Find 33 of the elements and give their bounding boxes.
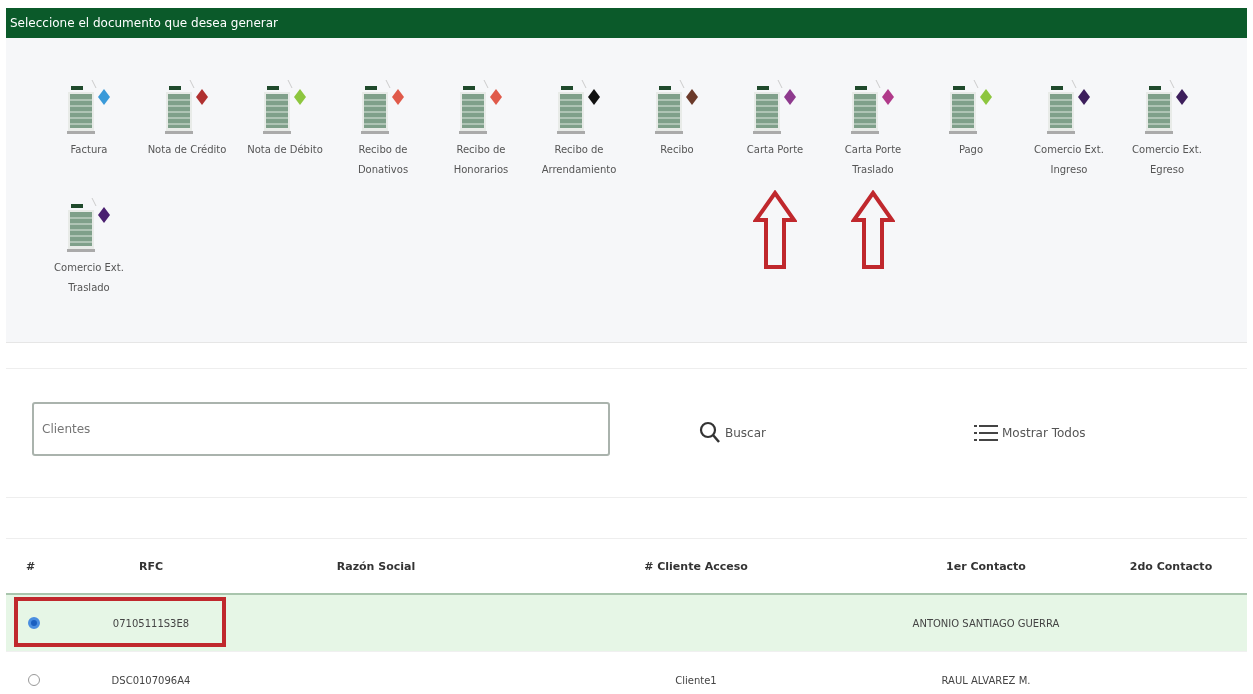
column-header: 2do Contacto [1129, 559, 1213, 573]
search-button[interactable]: Buscar [695, 417, 770, 449]
document-label[interactable]: Carta Porte Traslado [828, 140, 918, 180]
document-label[interactable]: Carta Porte [730, 140, 820, 160]
document-label[interactable]: Recibo de Arrendamiento [534, 140, 624, 180]
table-cell: 07105111S3E8 [112, 617, 190, 629]
show-all-button[interactable]: Mostrar Todos [970, 419, 1090, 447]
column-header: RFC [138, 559, 164, 573]
document-label[interactable]: Comercio Ext. Ingreso [1024, 140, 1114, 180]
table-cell: RAUL ALVAREZ M. [941, 674, 1031, 686]
selected-row[interactable]: 07105111S3E8 ANTONIO SANTIAGO GUERRA [6, 595, 1247, 652]
table-cell: Cliente1 [675, 674, 717, 686]
document-label[interactable]: Nota de Crédito [142, 140, 232, 160]
document-label[interactable]: Comercio Ext. Traslado [44, 258, 134, 298]
list-icon [974, 423, 998, 443]
column-header: # Cliente Acceso [644, 559, 748, 573]
document-label[interactable]: Recibo de Honorarios [436, 140, 526, 180]
search-icon [699, 421, 721, 445]
clients-search-field[interactable]: Clientes [32, 402, 610, 456]
document-label[interactable]: Nota de Débito [240, 140, 330, 160]
header-title: Seleccione el documento que desea generar [10, 16, 279, 30]
table-cell: ANTONIO SANTIAGO GUERRA [912, 617, 1060, 629]
column-header: # [25, 559, 36, 573]
document-label[interactable]: Comercio Ext. Egreso [1122, 140, 1212, 180]
document-label[interactable]: Recibo [632, 140, 722, 160]
table-cell: DSC0107096A4 [111, 674, 191, 686]
row-radio[interactable] [28, 617, 40, 629]
document-label[interactable]: Recibo de Donativos [338, 140, 428, 180]
document-label[interactable]: Pago [926, 140, 1016, 160]
column-header: Razón Social [336, 559, 416, 573]
column-header: 1er Contacto [946, 559, 1026, 573]
row-radio[interactable] [28, 674, 40, 686]
document-label[interactable]: Factura [44, 140, 134, 160]
